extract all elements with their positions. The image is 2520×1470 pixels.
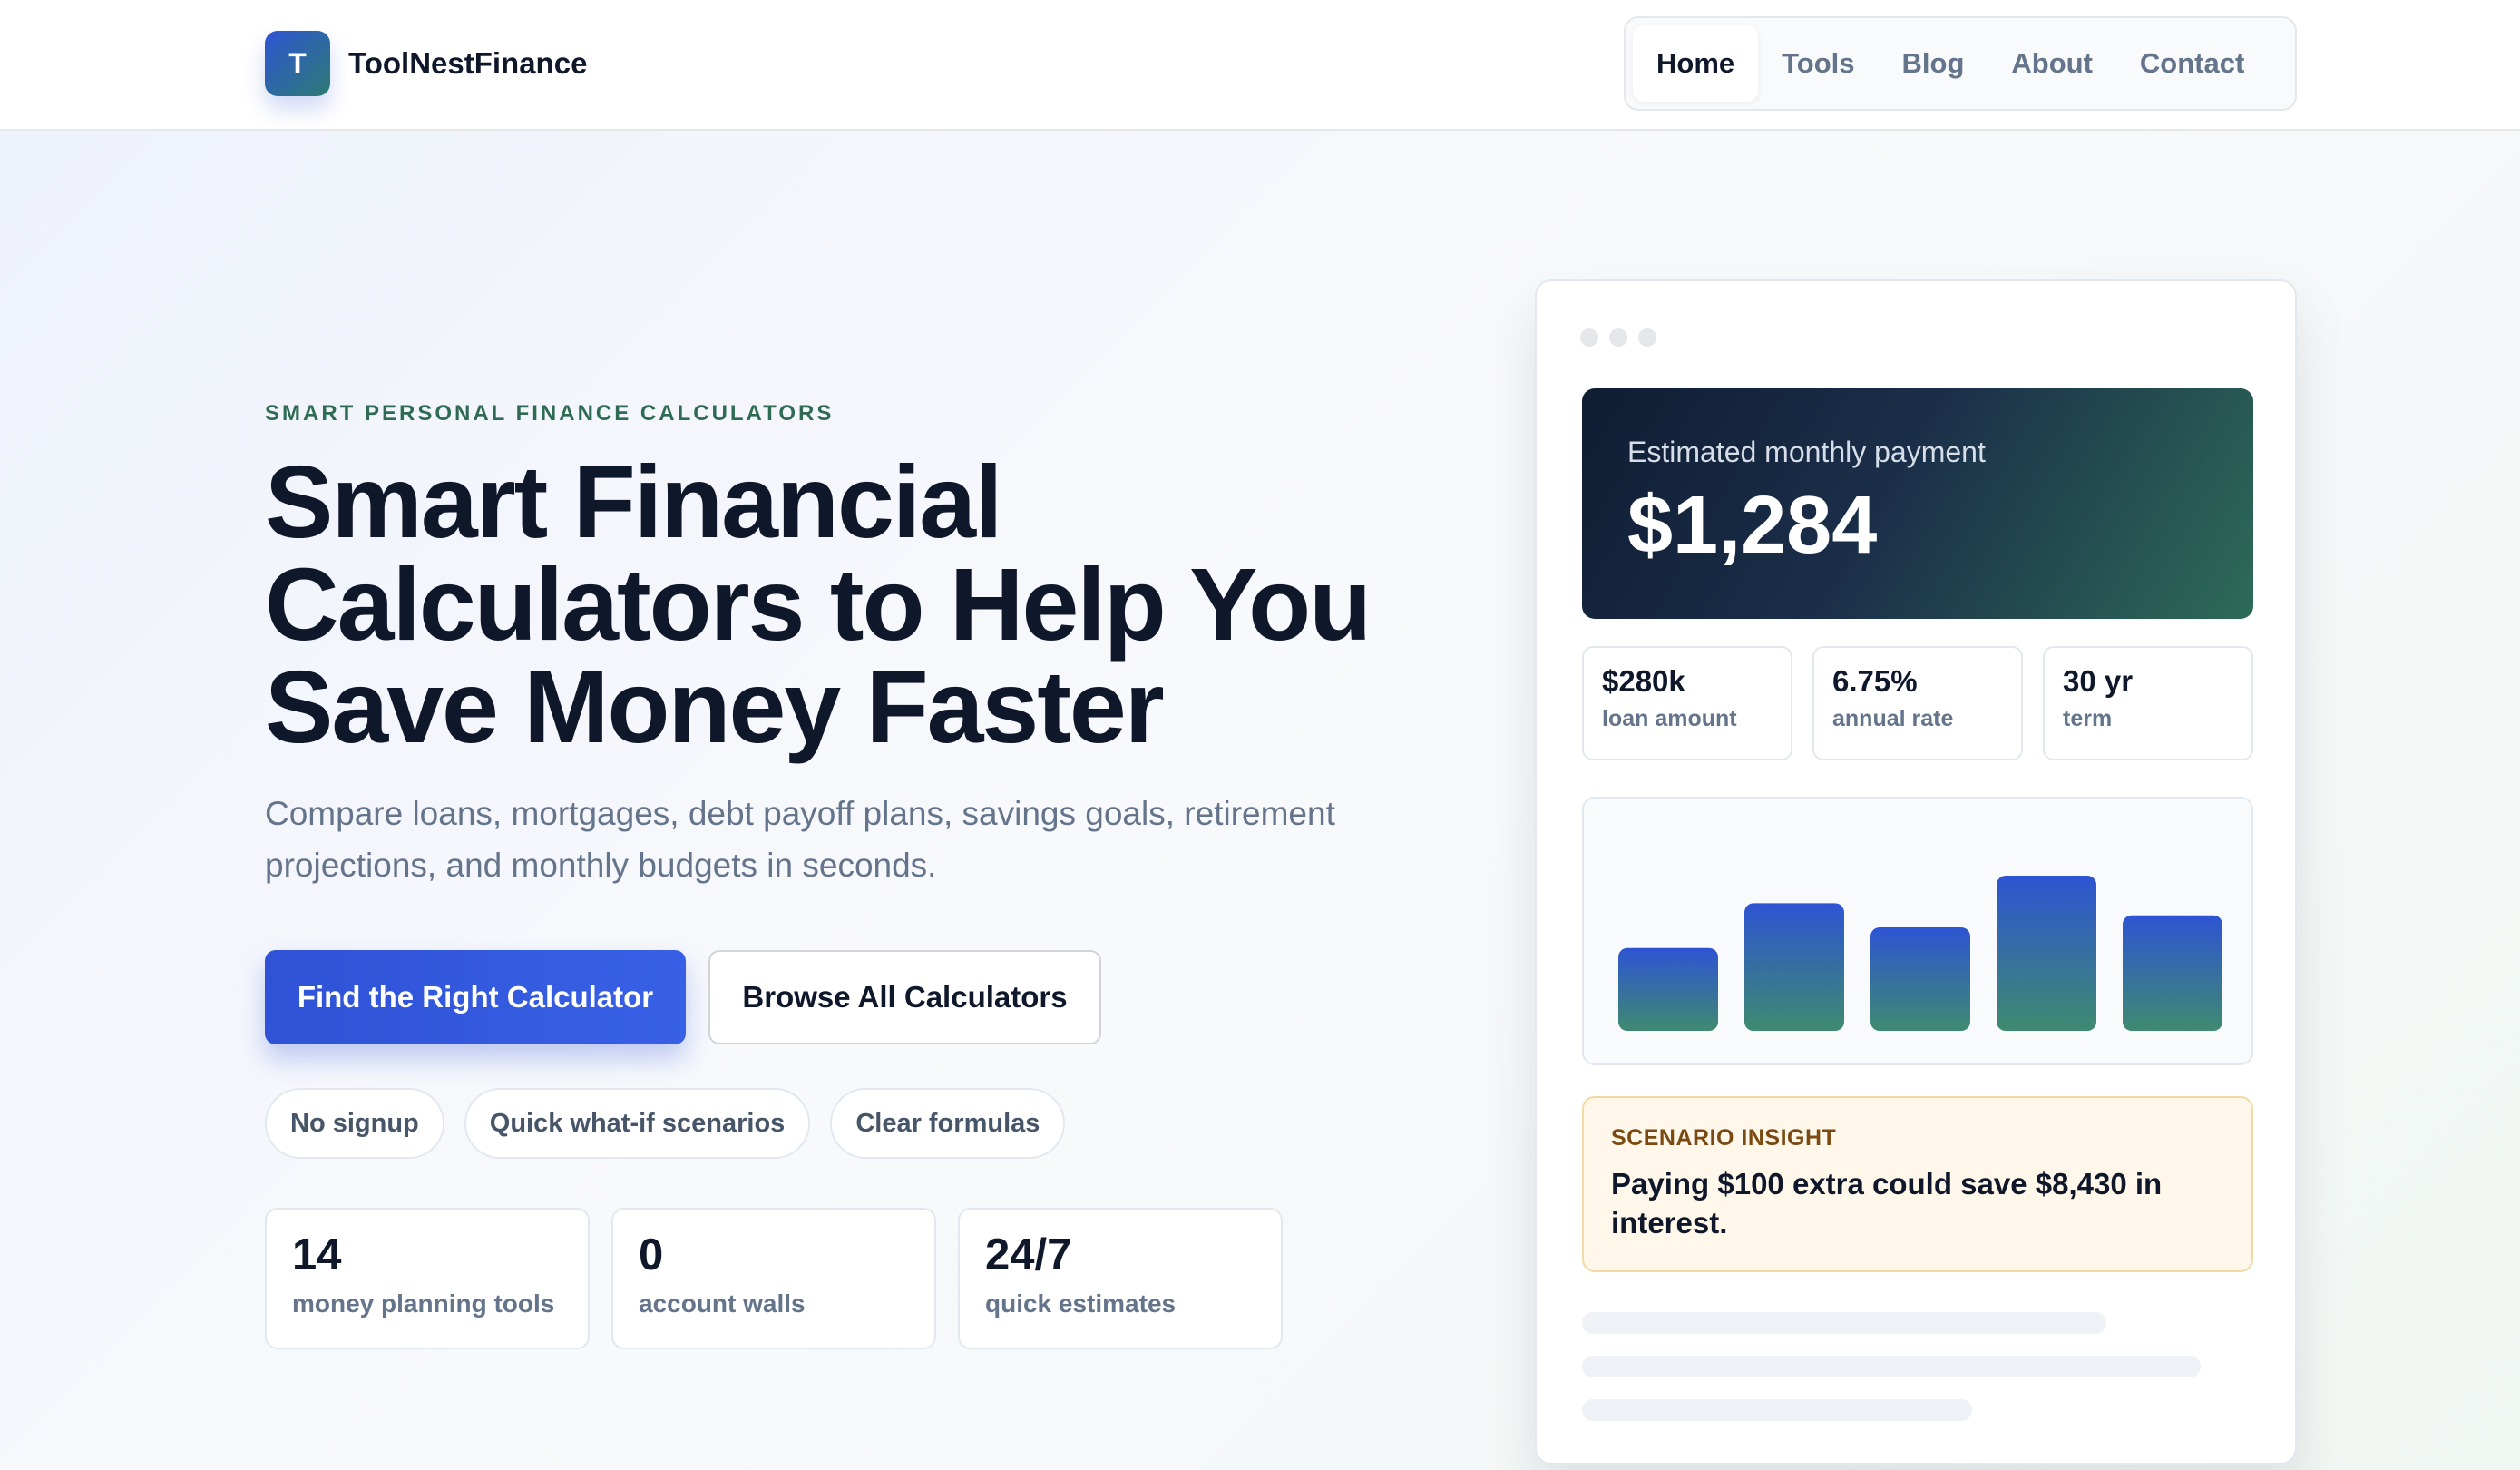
skeleton-line xyxy=(1582,1399,1972,1421)
window-dot-icon xyxy=(1580,328,1598,347)
calculator-preview-card: Estimated monthly payment $1,284 $280k l… xyxy=(1535,279,2297,1465)
chart-bar xyxy=(1870,927,1970,1031)
feature-pill: Quick what-if scenarios xyxy=(464,1088,811,1159)
chart-bar xyxy=(1997,876,2096,1031)
mini-value: 6.75% xyxy=(1832,664,1918,698)
bar-chart-svg xyxy=(1618,876,2222,1031)
stat-value: 14 xyxy=(292,1230,342,1279)
hero-stats: 14 money planning tools 0 account walls … xyxy=(265,1208,1283,1349)
mini-label: loan amount xyxy=(1602,706,1737,731)
stat-label: money planning tools xyxy=(292,1289,555,1318)
brand[interactable]: T ToolNestFinance xyxy=(265,31,587,96)
brand-name: ToolNestFinance xyxy=(348,46,588,80)
headline-line-2: Calculators to Help You xyxy=(265,547,1372,662)
feature-pill: No signup xyxy=(265,1088,444,1159)
stat-value: 0 xyxy=(639,1230,664,1279)
payment-label: Estimated monthly payment xyxy=(1627,436,1986,468)
annual-rate-card: 6.75% annual rate xyxy=(1812,646,2023,760)
headline-line-3: Save Money Faster xyxy=(265,650,1165,764)
mini-label: term xyxy=(2063,706,2113,731)
stat-card: 14 money planning tools xyxy=(265,1208,590,1349)
nav-item-contact[interactable]: Contact xyxy=(2116,25,2268,102)
nav-item-tools[interactable]: Tools xyxy=(1758,25,1878,102)
main-nav: Home Tools Blog About Contact xyxy=(1624,16,2297,111)
nav-item-home[interactable]: Home xyxy=(1633,25,1759,102)
feature-pill: Clear formulas xyxy=(830,1088,1066,1159)
bar-chart xyxy=(1582,797,2253,1065)
find-calculator-button[interactable]: Find the Right Calculator xyxy=(265,950,686,1044)
window-dot-icon xyxy=(1609,328,1627,347)
insight-text: Paying $100 extra could save $8,430 in i… xyxy=(1611,1167,2163,1240)
stat-label: account walls xyxy=(639,1289,806,1318)
payment-panel: Estimated monthly payment $1,284 xyxy=(1582,388,2253,619)
mini-value: 30 yr xyxy=(2063,664,2134,698)
headline-line-1: Smart Financial xyxy=(265,445,1003,559)
hero-eyebrow: SMART PERSONAL FINANCE CALCULATORS xyxy=(265,401,835,426)
stat-label: quick estimates xyxy=(985,1289,1177,1318)
term-card: 30 yr term xyxy=(2043,646,2253,760)
site-header: T ToolNestFinance Home Tools Blog About … xyxy=(0,0,2520,131)
browse-calculators-button[interactable]: Browse All Calculators xyxy=(708,950,1101,1044)
skeleton-line xyxy=(1582,1356,2201,1377)
loan-inputs: $280k loan amount 6.75% annual rate 30 y… xyxy=(1582,646,2253,760)
loan-amount-card: $280k loan amount xyxy=(1582,646,1792,760)
hero-description: Compare loans, mortgages, debt payoff pl… xyxy=(265,795,1335,884)
payment-value: $1,284 xyxy=(1627,480,1878,571)
stat-card: 0 account walls xyxy=(611,1208,936,1349)
chart-bar xyxy=(2123,915,2222,1031)
mini-value: $280k xyxy=(1602,664,1685,698)
skeleton-line xyxy=(1582,1312,2106,1334)
stat-card: 24/7 quick estimates xyxy=(958,1208,1283,1349)
nav-item-about[interactable]: About xyxy=(1988,25,2116,102)
nav-item-blog[interactable]: Blog xyxy=(1879,25,1988,102)
stat-value: 24/7 xyxy=(985,1230,1072,1279)
hero-headline: Smart Financial Calculators to Help You … xyxy=(265,451,1444,759)
feature-pills: No signup Quick what-if scenarios Clear … xyxy=(265,1088,1066,1159)
brand-logo-icon: T xyxy=(265,31,330,96)
scenario-insight: SCENARIO INSIGHT Paying $100 extra could… xyxy=(1582,1096,2253,1272)
mini-label: annual rate xyxy=(1832,706,1954,731)
window-dot-icon xyxy=(1638,328,1656,347)
chart-bar xyxy=(1618,947,1718,1031)
chart-bar xyxy=(1744,903,1844,1031)
insight-tag: SCENARIO INSIGHT xyxy=(1611,1125,1837,1151)
